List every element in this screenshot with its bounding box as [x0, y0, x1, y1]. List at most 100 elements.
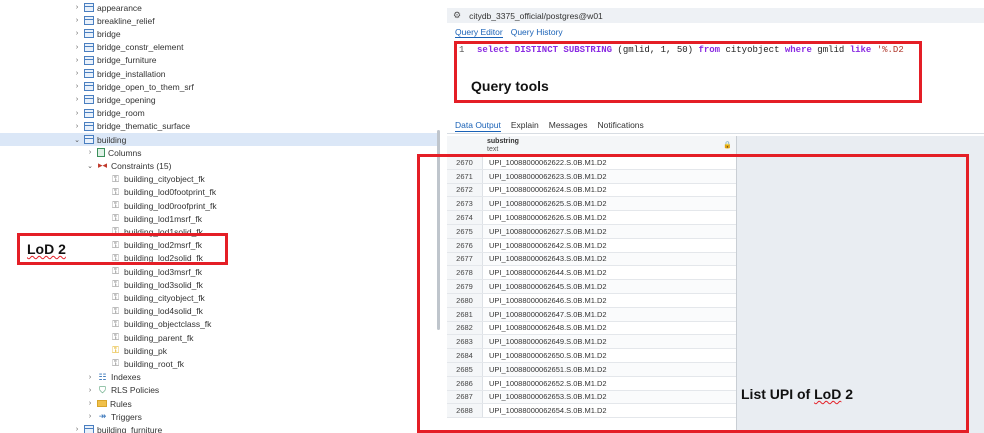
object-explorer-tree: › appearance › breakline_relief › bridge › brid…: [0, 0, 440, 433]
tree-item[interactable]: ⚿ building_lod3solid_fk: [99, 278, 203, 291]
query-tool-title: citydb_3375_official/postgres@w01: [469, 10, 603, 21]
tree-item-label: building_cityobject_fk: [124, 174, 205, 185]
tree-item[interactable]: › bridge_constr_element: [73, 41, 184, 54]
chevron-right-icon[interactable]: ›: [86, 400, 94, 407]
tab-messages[interactable]: Messages: [549, 120, 588, 132]
tree-item-label: bridge_installation: [97, 68, 166, 79]
chevron-down-icon[interactable]: ⌄: [73, 136, 81, 144]
chevron-right-icon[interactable]: ›: [73, 110, 81, 117]
tree-item[interactable]: › appearance: [73, 1, 142, 14]
chevron-right-icon[interactable]: ›: [73, 4, 81, 11]
tree-item[interactable]: › ↠ Triggers: [86, 410, 142, 423]
tree-item[interactable]: › bridge_room: [73, 107, 145, 120]
upi-list-annotation-tail: 2: [841, 386, 854, 402]
tree-item[interactable]: › Columns: [86, 146, 142, 159]
foreign-key-icon: ⚿: [112, 279, 119, 290]
tree-item[interactable]: ⚿ building_cityobject_fk: [99, 173, 205, 186]
tree-item[interactable]: ⚿ building_lod1msrf_fk: [99, 212, 202, 225]
foreign-key-icon: ⚿: [112, 186, 119, 197]
tree-item[interactable]: ⚿ building_lod0footprint_fk: [99, 186, 216, 199]
tree-item[interactable]: ⚿ building_pk: [99, 344, 167, 357]
tab-query-history[interactable]: Query History: [511, 27, 563, 38]
chevron-right-icon[interactable]: ›: [73, 83, 81, 90]
tree-item-label: building_cityobject_fk: [124, 292, 205, 303]
tree-item[interactable]: › Rules: [86, 397, 132, 410]
column-header-name[interactable]: substring: [487, 138, 519, 145]
tree-item[interactable]: ⌄ building: [0, 133, 437, 146]
tree-item[interactable]: ⚿ building_root_fk: [99, 357, 184, 370]
tree-item-label: bridge_thematic_surface: [97, 121, 191, 132]
chevron-right-icon[interactable]: ›: [86, 149, 94, 156]
chevron-right-icon[interactable]: ›: [73, 123, 81, 130]
tree-item-label: Rules: [110, 398, 132, 409]
tree-item[interactable]: › bridge_thematic_surface: [73, 120, 190, 133]
tree-item[interactable]: ⚿ building_lod0roofprint_fk: [99, 199, 217, 212]
tree-item-label: Triggers: [111, 411, 142, 422]
table-icon: [84, 135, 94, 144]
chevron-right-icon[interactable]: ›: [86, 387, 94, 394]
tree-item-label: building_objectclass_fk: [124, 319, 212, 330]
tree-item[interactable]: ⌄ ▸◂ Constraints (15): [86, 159, 171, 172]
tree-item[interactable]: ⚿ building_parent_fk: [99, 331, 193, 344]
rules-icon: [97, 400, 107, 407]
table-icon: [84, 16, 94, 26]
tree-item[interactable]: ⚿ building_cityobject_fk: [99, 291, 205, 304]
foreign-key-icon: ⚿: [112, 266, 119, 276]
table-icon: [84, 82, 94, 92]
database-icon: ⚙: [453, 10, 462, 20]
lod2-annotation: LoD 2: [27, 241, 66, 257]
tree-item[interactable]: › bridge_furniture: [73, 54, 157, 67]
tree-item[interactable]: ⚿ building_lod4solid_fk: [99, 305, 203, 318]
tree-item[interactable]: › building_furniture: [73, 423, 162, 433]
tab-explain[interactable]: Explain: [511, 120, 539, 132]
tree-item[interactable]: ⚿ building_objectclass_fk: [99, 318, 211, 331]
tree-item-label: bridge_room: [97, 108, 145, 119]
column-header-type: text: [487, 146, 499, 153]
chevron-right-icon[interactable]: ›: [86, 374, 94, 381]
indexes-icon: ☷: [98, 371, 107, 382]
tree-item[interactable]: › ⛉ RLS Policies: [86, 384, 159, 397]
tree-item[interactable]: › bridge: [73, 27, 121, 40]
lod2-annotation-text: LoD 2: [27, 241, 66, 257]
chevron-right-icon[interactable]: ›: [73, 426, 81, 433]
tree-item[interactable]: › bridge_open_to_them_srf: [73, 80, 194, 93]
primary-key-icon: ⚿: [112, 345, 119, 356]
tree-item-label: Constraints (15): [111, 160, 172, 171]
foreign-key-icon: ⚿: [112, 305, 119, 316]
tree-item[interactable]: › breakline_relief: [73, 14, 155, 27]
chevron-down-icon[interactable]: ⌄: [86, 162, 94, 170]
tree-item-label: Columns: [108, 147, 142, 158]
tree-item-label: building_lod3solid_fk: [124, 279, 203, 290]
tree-item-label: building_furniture: [97, 424, 163, 433]
tab-query-editor[interactable]: Query Editor: [455, 27, 503, 38]
columns-icon: [97, 148, 105, 158]
foreign-key-icon: ⚿: [112, 292, 119, 303]
tree-item-label: building_pk: [124, 345, 168, 356]
tree-item-label: building: [97, 134, 127, 145]
upi-list-annotation-prefix: List UPI of: [741, 386, 815, 402]
tree-item[interactable]: ⚿ building_lod3msrf_fk: [99, 265, 202, 278]
chevron-right-icon[interactable]: ›: [73, 57, 81, 64]
tree-item-label: RLS Policies: [111, 385, 160, 396]
chevron-right-icon[interactable]: ›: [73, 44, 81, 51]
table-icon: [84, 55, 94, 65]
tree-item-label: appearance: [97, 2, 142, 13]
chevron-right-icon[interactable]: ›: [73, 30, 81, 37]
chevron-right-icon[interactable]: ›: [73, 70, 81, 77]
chevron-right-icon[interactable]: ›: [86, 413, 94, 420]
tree-item-label: bridge_constr_element: [97, 42, 184, 53]
query-tabs: Query Editor Query History: [455, 27, 563, 38]
tree-item[interactable]: › bridge_opening: [73, 93, 156, 106]
chevron-right-icon[interactable]: ›: [73, 17, 81, 24]
table-icon: [84, 3, 94, 12]
foreign-key-icon: ⚿: [112, 213, 119, 224]
rls-policies-icon: ⛉: [99, 384, 106, 395]
tab-data-output[interactable]: Data Output: [455, 120, 501, 132]
tree-item-label: building_parent_fk: [124, 332, 194, 343]
query-tool-title-bar: ⚙ citydb_3375_official/postgres@w01: [447, 8, 984, 23]
tree-item[interactable]: › ☷ Indexes: [86, 371, 141, 384]
foreign-key-icon: ⚿: [112, 318, 119, 329]
chevron-right-icon[interactable]: ›: [73, 96, 81, 103]
tab-notifications[interactable]: Notifications: [597, 120, 643, 132]
tree-item[interactable]: › bridge_installation: [73, 67, 166, 80]
